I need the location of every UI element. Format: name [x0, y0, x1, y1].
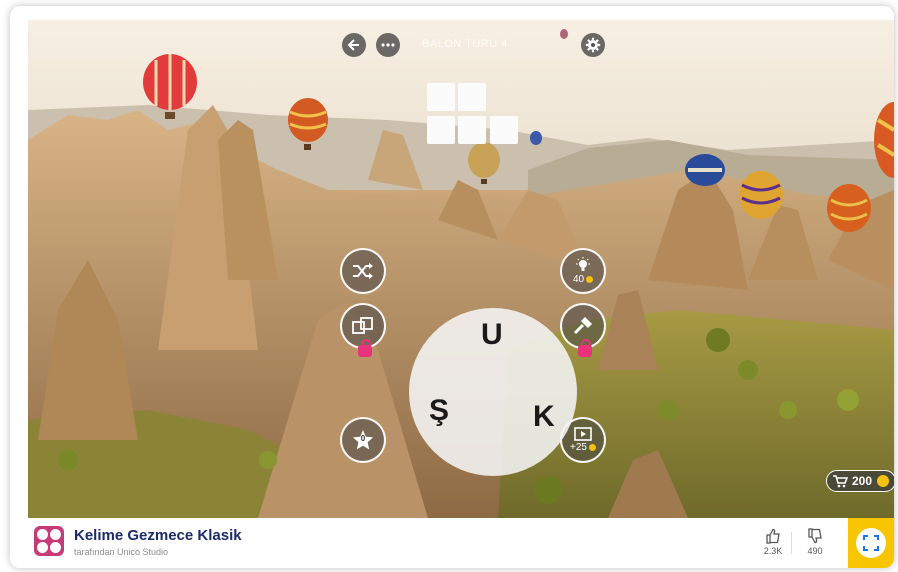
arrow-left-icon	[347, 39, 359, 51]
like-button[interactable]: 2.3K	[760, 528, 786, 556]
shuffle-icon	[353, 263, 373, 279]
divider	[791, 532, 792, 554]
developer-label: tarafından Unico Studio	[74, 547, 169, 557]
lock-icon	[358, 339, 372, 357]
like-count: 2.3K	[763, 546, 783, 556]
cart-icon	[833, 475, 848, 488]
dislike-button[interactable]: 490	[802, 528, 828, 556]
fullscreen-button[interactable]	[848, 518, 894, 568]
hint-button[interactable]: 40	[560, 248, 606, 294]
back-button[interactable]	[342, 33, 366, 57]
shuffle-button[interactable]	[340, 248, 386, 294]
game-canvas[interactable]: BALON TURU 4 0 40 +25 U Ş K 200	[28, 20, 894, 518]
hammer-button[interactable]	[560, 303, 606, 357]
letter-tile	[427, 116, 455, 144]
letter-tile	[458, 83, 486, 111]
app-name[interactable]: Kelime Gezmece Klasik	[74, 527, 242, 544]
balloon	[739, 171, 783, 219]
coin-icon	[588, 444, 596, 451]
dislike-count: 490	[807, 546, 823, 556]
gear-icon	[585, 37, 601, 53]
wheel-letter[interactable]: Ş	[429, 394, 449, 428]
star-count: 0	[360, 434, 366, 443]
letter-tile	[458, 116, 486, 144]
video-reward: +25	[570, 442, 587, 453]
letter-tile	[427, 83, 455, 111]
footer-bar: Kelime Gezmece Klasik tarafından Unico S…	[10, 518, 894, 568]
star-button[interactable]: 0	[340, 417, 386, 463]
swap-icon	[352, 317, 373, 334]
thumbs-up-icon	[766, 528, 780, 544]
wheel-letter[interactable]: K	[533, 400, 555, 434]
letter-tile	[490, 116, 518, 144]
lock-icon	[578, 339, 592, 357]
menu-button[interactable]	[376, 33, 400, 57]
coin-count: 200	[852, 474, 873, 488]
balloon	[685, 154, 725, 186]
hammer-icon	[573, 316, 593, 335]
app-frame: BALON TURU 4 0 40 +25 U Ş K 200 Kelime G…	[10, 6, 894, 568]
settings-button[interactable]	[581, 33, 605, 57]
coin-icon	[586, 276, 594, 283]
video-icon	[574, 427, 592, 441]
hint-cost: 40	[572, 274, 585, 285]
app-logo	[34, 526, 64, 556]
fullscreen-icon	[863, 535, 879, 551]
swap-button[interactable]	[340, 303, 386, 357]
coin-icon	[877, 475, 890, 487]
letter-wheel[interactable]: U Ş K	[409, 308, 577, 476]
balloon	[827, 184, 871, 232]
thumbs-down-icon	[808, 528, 822, 544]
level-title: BALON TURU 4	[422, 38, 508, 50]
more-dots-icon	[381, 43, 395, 47]
wheel-letter[interactable]: U	[481, 318, 503, 352]
bulb-icon	[576, 257, 590, 271]
coin-counter[interactable]: 200	[826, 470, 894, 492]
